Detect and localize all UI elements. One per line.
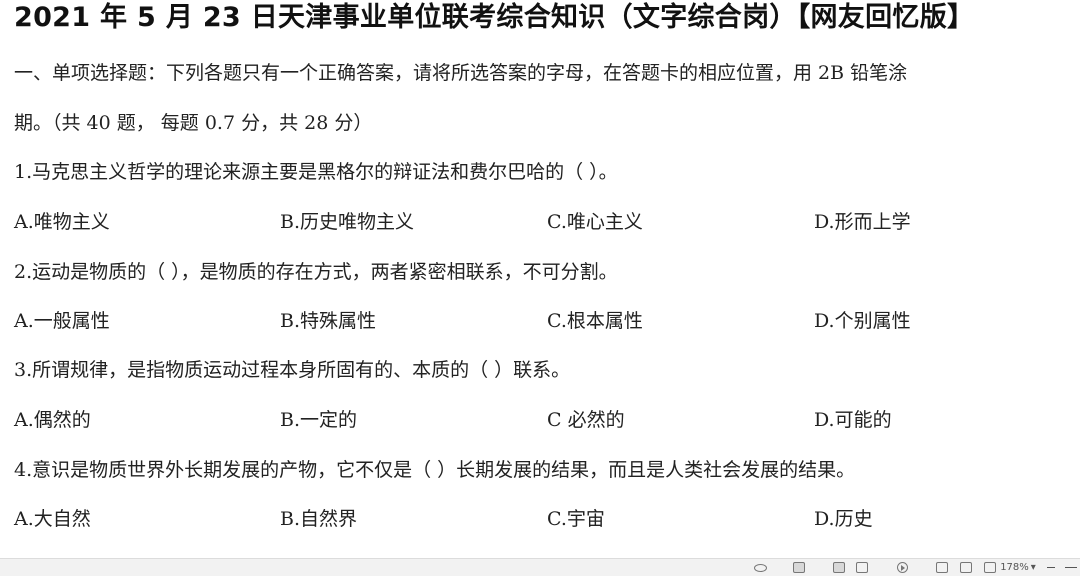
question-2-option-c: C.根本属性 <box>547 310 643 332</box>
question-1-option-a: A.唯物主义 <box>14 211 110 233</box>
question-4-option-b: B.自然界 <box>280 508 358 530</box>
status-bar: 178% ▾ <box>0 558 1080 576</box>
play-icon[interactable] <box>894 561 910 574</box>
question-3-option-a: A.偶然的 <box>14 409 91 431</box>
zoom-level[interactable]: 178% ▾ <box>1000 561 1036 574</box>
question-3-option-c: C 必然的 <box>547 409 625 431</box>
page-view-icon[interactable] <box>790 561 808 574</box>
question-3-option-b: B.一定的 <box>280 409 358 431</box>
instructions-line-2: 期。（共 40 题， 每题 0.7 分，共 28 分） <box>14 112 373 134</box>
book-icon[interactable] <box>854 561 870 574</box>
question-4-option-d: D.历史 <box>814 508 873 530</box>
outline-icon[interactable] <box>958 561 974 574</box>
question-1-option-d: D.形而上学 <box>814 211 911 233</box>
question-3: 3.所谓规律，是指物质运动过程本身所固有的、本质的（ ）联系。 <box>14 359 571 381</box>
question-1: 1.马克思主义哲学的理论来源主要是黑格尔的辩证法和费尔巴哈的（ ）。 <box>14 161 618 183</box>
question-2-option-a: A.一般属性 <box>14 310 110 332</box>
chevron-down-icon: ▾ <box>1030 562 1036 573</box>
document-page: 2021 年 5 月 23 日天津事业单位联考综合知识（文字综合岗）【网友回忆版… <box>0 0 1080 558</box>
web-layout-icon[interactable] <box>934 561 950 574</box>
question-2-option-b: B.特殊属性 <box>280 310 377 332</box>
question-2: 2.运动是物质的（ ），是物质的存在方式，两者紧密相联系，不可分割。 <box>14 261 618 283</box>
eye-icon[interactable] <box>752 561 768 574</box>
question-4: 4.意识是物质世界外长期发展的产物，它不仅是（ ）长期发展的结果，而且是人类社会… <box>14 459 856 481</box>
question-3-option-d: D.可能的 <box>814 409 892 431</box>
zoom-out-icon[interactable] <box>1044 561 1058 574</box>
question-4-option-a: A.大自然 <box>14 508 91 530</box>
zoom-value: 178% <box>1000 562 1029 573</box>
question-1-option-b: B.历史唯物主义 <box>280 211 415 233</box>
page-layout-icon[interactable] <box>982 561 998 574</box>
question-2-option-d: D.个别属性 <box>814 310 911 332</box>
zoom-slider[interactable] <box>1064 561 1078 574</box>
document-title: 2021 年 5 月 23 日天津事业单位联考综合知识（文字综合岗）【网友回忆版… <box>14 2 975 33</box>
question-4-option-c: C.宇宙 <box>547 508 605 530</box>
question-1-option-c: C.唯心主义 <box>547 211 643 233</box>
instructions-line-1: 一、单项选择题：下列各题只有一个正确答案，请将所选答案的字母，在答题卡的相应位置… <box>14 62 908 84</box>
reading-view-icon[interactable] <box>830 561 848 574</box>
